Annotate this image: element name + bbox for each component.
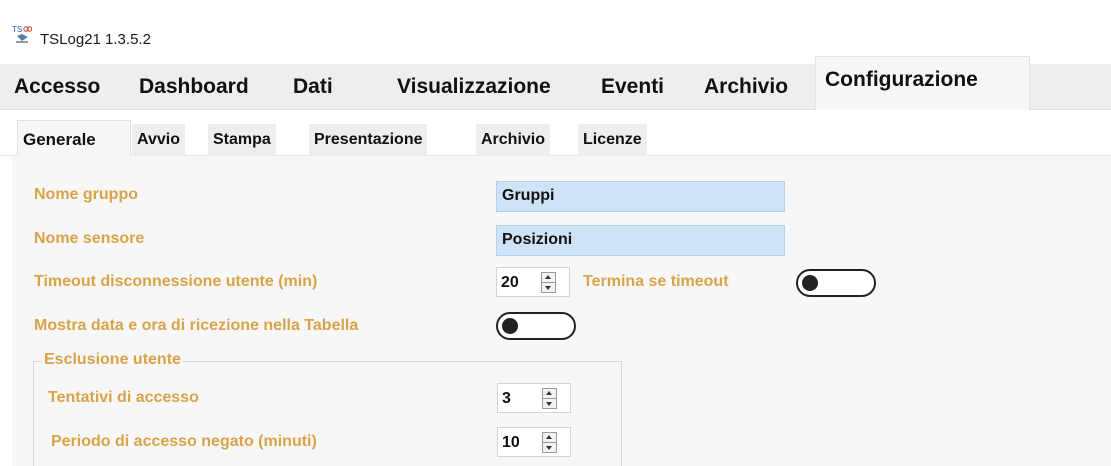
subtab-archivio[interactable]: Archivio [476,124,551,156]
login-attempts-stepper[interactable] [542,388,557,409]
sensor-name-field[interactable]: Posizioni [496,225,785,256]
decrement-arrow-icon[interactable] [543,399,556,409]
login-attempts-value: 3 [502,390,511,407]
user-exclusion-title: Esclusione utente [42,351,183,369]
denied-period-value: 10 [502,434,520,451]
window-title: TSLog21 1.3.5.2 [40,31,151,48]
user-exclusion-group: Esclusione utente Tentativi di accesso 3… [33,351,622,466]
subtab-generale[interactable]: Generale [17,120,131,157]
tab-dati[interactable]: Dati [293,64,333,110]
subtab-stampa[interactable]: Stampa [208,124,276,156]
sensor-name-label: Nome sensore [34,230,145,247]
svg-text:TS: TS [12,25,22,34]
toggle-knob [802,275,818,291]
increment-arrow-icon[interactable] [542,273,555,283]
denied-period-spinner[interactable]: 10 [497,427,571,457]
terminate-on-timeout-toggle[interactable] [796,269,876,297]
decrement-arrow-icon[interactable] [542,283,555,293]
app-icon: TS [12,25,32,43]
tab-archivio[interactable]: Archivio [704,64,788,110]
denied-period-label: Periodo di accesso negato (minuti) [51,433,317,450]
subtab-licenze[interactable]: Licenze [578,124,647,156]
tab-dashboard[interactable]: Dashboard [139,64,249,110]
increment-arrow-icon[interactable] [543,389,556,399]
denied-period-stepper[interactable] [542,432,557,453]
show-datetime-toggle[interactable] [496,312,576,340]
timeout-spinner[interactable]: 20 [496,267,570,297]
show-datetime-label: Mostra data e ora di ricezione nella Tab… [34,317,359,334]
increment-arrow-icon[interactable] [543,433,556,443]
timeout-stepper[interactable] [541,272,556,293]
login-attempts-spinner[interactable]: 3 [497,383,571,413]
tab-visualizzazione[interactable]: Visualizzazione [397,64,551,110]
main-tab-bar: Accesso Dashboard Dati Visualizzazione E… [0,56,1111,110]
subtab-avvio[interactable]: Avvio [132,124,185,156]
login-attempts-label: Tentativi di accesso [48,389,199,406]
general-settings-panel: Nome gruppo Gruppi Nome sensore Posizion… [12,156,1111,466]
timeout-label: Timeout disconnessione utente (min) [34,273,318,290]
toggle-knob [502,318,518,334]
sub-tab-bar: Generale Avvio Stampa Presentazione Arch… [0,110,1111,157]
subtab-presentazione[interactable]: Presentazione [309,124,428,156]
tab-configurazione[interactable]: Configurazione [815,56,1030,110]
tab-eventi[interactable]: Eventi [601,64,664,110]
title-bar: TS TSLog21 1.3.5.2 [0,0,1111,64]
tab-accesso[interactable]: Accesso [14,64,100,110]
timeout-value: 20 [501,274,519,291]
decrement-arrow-icon[interactable] [543,443,556,453]
group-name-field[interactable]: Gruppi [496,181,785,212]
terminate-on-timeout-label: Termina se timeout [583,273,729,290]
group-name-label: Nome gruppo [34,186,138,203]
